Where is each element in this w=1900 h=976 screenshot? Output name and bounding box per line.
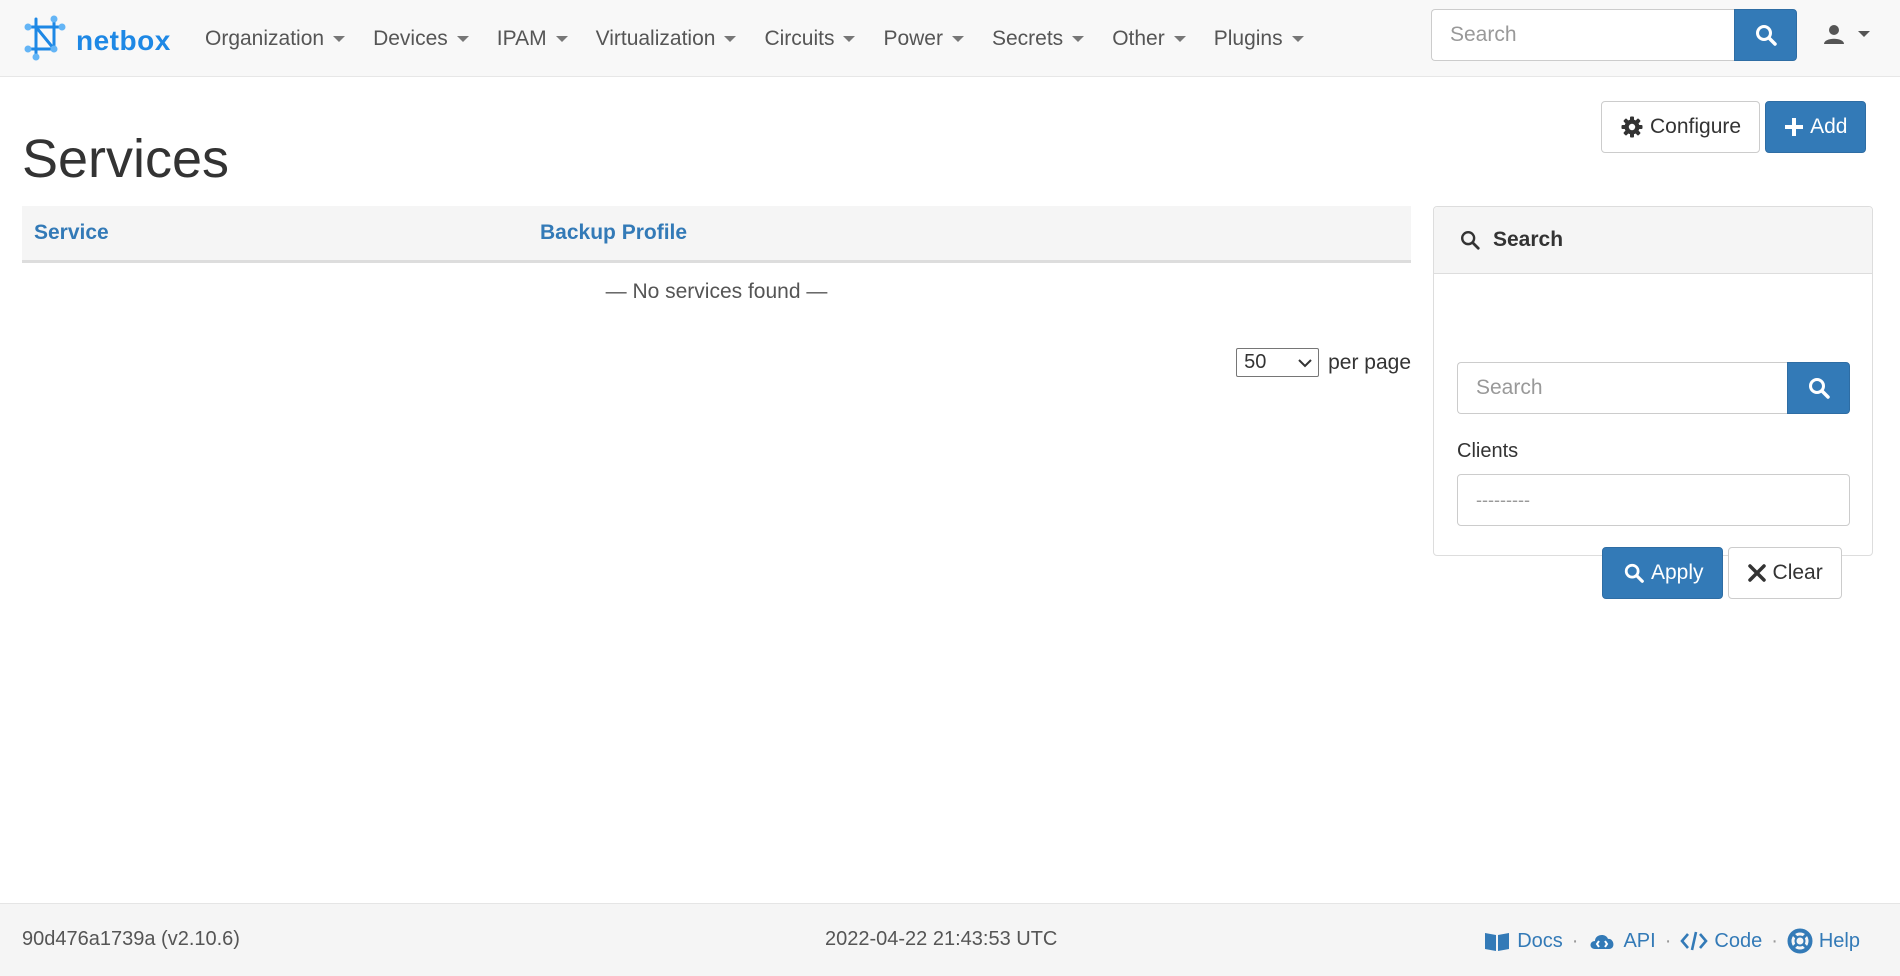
user-menu[interactable] <box>1822 22 1870 46</box>
nav-circuits[interactable]: Circuits <box>764 26 856 51</box>
footer-separator: · <box>1664 929 1672 952</box>
gear-icon <box>1621 116 1643 138</box>
cloud-icon <box>1590 935 1614 949</box>
close-icon <box>1747 564 1766 582</box>
nav-organization-label: Organization <box>205 26 325 50</box>
column-header-backup-profile[interactable]: Backup Profile <box>528 206 1411 263</box>
configure-button[interactable]: Configure <box>1601 101 1761 153</box>
nav-power-label: Power <box>883 26 943 50</box>
empty-table-message: — No services found — <box>605 280 828 303</box>
panel-title: Search <box>1493 228 1564 251</box>
filter-search-group <box>1457 362 1850 414</box>
nav-ipam-label: IPAM <box>496 26 547 50</box>
brand-name: netbox <box>76 24 171 56</box>
filter-search-input[interactable] <box>1457 362 1787 414</box>
nav-secrets-label: Secrets <box>991 26 1064 50</box>
apply-button[interactable]: Apply <box>1602 547 1723 599</box>
apply-button-label: Apply <box>1651 561 1704 584</box>
user-icon <box>1824 25 1844 44</box>
column-header-backup-profile-label: Backup Profile <box>540 221 688 244</box>
configure-button-label: Configure <box>1650 115 1742 138</box>
global-search-input[interactable] <box>1431 9 1734 61</box>
footer-links: Docs · API · Code · Help <box>1483 928 1860 954</box>
search-icon <box>1808 378 1830 399</box>
add-button-label: Add <box>1810 115 1848 138</box>
page-title: Services <box>22 129 230 189</box>
nav-power[interactable]: Power <box>883 27 964 51</box>
clients-select-placeholder: --------- <box>1476 489 1530 510</box>
docs-link-label: Docs <box>1517 929 1563 952</box>
plus-icon <box>1785 118 1804 136</box>
clear-button-label: Clear <box>1772 561 1823 584</box>
caret-down-icon <box>843 35 856 42</box>
main-nav-menu: Organization Devices IPAM Virtualization… <box>205 0 1332 77</box>
panel-heading: Search <box>1434 207 1872 274</box>
nav-ipam[interactable]: IPAM <box>497 27 568 51</box>
clear-button[interactable]: Clear <box>1727 547 1842 599</box>
table-header-row: Service Backup Profile <box>22 206 1411 263</box>
clients-label: Clients <box>1457 440 1519 462</box>
nav-virtualization-label: Virtualization <box>595 26 716 50</box>
clients-select[interactable]: --------- <box>1457 474 1850 526</box>
book-icon <box>1485 933 1510 951</box>
nav-virtualization[interactable]: Virtualization <box>596 27 737 51</box>
api-link[interactable]: API <box>1587 929 1656 953</box>
page-actions: Configure Add <box>1601 101 1867 153</box>
help-link[interactable]: Help <box>1787 928 1860 954</box>
caret-down-icon <box>333 35 346 42</box>
caret-down-icon <box>1858 31 1870 37</box>
caret-down-icon <box>951 35 964 42</box>
nav-other-label: Other <box>1112 26 1165 50</box>
global-search-form <box>1431 9 1797 61</box>
netbox-logo-icon <box>22 15 68 66</box>
caret-down-icon <box>1072 35 1085 42</box>
footer-timestamp: 2022-04-22 21:43:53 UTC <box>825 928 1058 950</box>
per-page-label: per page <box>1328 350 1411 374</box>
footer-separator: · <box>1571 929 1579 952</box>
filter-search-button[interactable] <box>1787 362 1850 414</box>
help-link-label: Help <box>1818 929 1860 952</box>
code-link-label: Code <box>1714 929 1763 952</box>
nav-plugins-label: Plugins <box>1213 26 1283 50</box>
lifebuoy-icon <box>1787 928 1813 954</box>
footer-separator: · <box>1771 929 1778 952</box>
table-row-empty: — No services found — <box>22 262 1411 322</box>
column-header-service-label: Service <box>34 221 109 244</box>
api-link-label: API <box>1623 929 1656 952</box>
docs-link[interactable]: Docs <box>1483 929 1563 953</box>
page-footer: 90d476a1739a (v2.10.6) 2022-04-22 21:43:… <box>0 903 1900 976</box>
search-filter-panel: Search Clients --------- Apply Clear <box>1433 206 1873 599</box>
nav-organization[interactable]: Organization <box>205 26 346 51</box>
services-table-container: Service Backup Profile — No services fou… <box>22 206 1411 377</box>
caret-down-icon <box>1291 35 1304 42</box>
chevron-down-icon <box>1298 358 1312 367</box>
add-button[interactable]: Add <box>1765 101 1867 153</box>
footer-version: 90d476a1739a (v2.10.6) <box>22 928 240 950</box>
caret-down-icon <box>1173 35 1186 42</box>
nav-other[interactable]: Other <box>1112 27 1186 51</box>
code-link[interactable]: Code <box>1680 929 1762 953</box>
search-icon <box>1461 231 1480 250</box>
nav-devices-label: Devices <box>373 26 448 50</box>
code-icon <box>1680 931 1709 951</box>
brand-logo-link[interactable]: netbox <box>22 15 171 66</box>
per-page-control: 50 per page <box>1236 348 1411 377</box>
caret-down-icon <box>555 35 568 42</box>
nav-secrets[interactable]: Secrets <box>991 26 1085 51</box>
column-header-service[interactable]: Service <box>22 206 528 263</box>
services-table: Service Backup Profile — No services fou… <box>22 206 1411 321</box>
top-navbar: netbox Organization Devices IPAM Virtual… <box>0 0 1900 77</box>
global-search-button[interactable] <box>1734 9 1797 61</box>
caret-down-icon <box>456 35 469 42</box>
nav-circuits-label: Circuits <box>764 26 835 50</box>
per-page-select[interactable]: 50 <box>1236 348 1320 377</box>
nav-plugins[interactable]: Plugins <box>1214 27 1304 51</box>
nav-devices[interactable]: Devices <box>373 27 469 51</box>
search-icon <box>1755 25 1777 46</box>
per-page-value: 50 <box>1244 351 1267 373</box>
caret-down-icon <box>724 35 737 42</box>
filter-actions: Apply Clear <box>1602 547 1842 599</box>
search-icon <box>1624 563 1644 583</box>
